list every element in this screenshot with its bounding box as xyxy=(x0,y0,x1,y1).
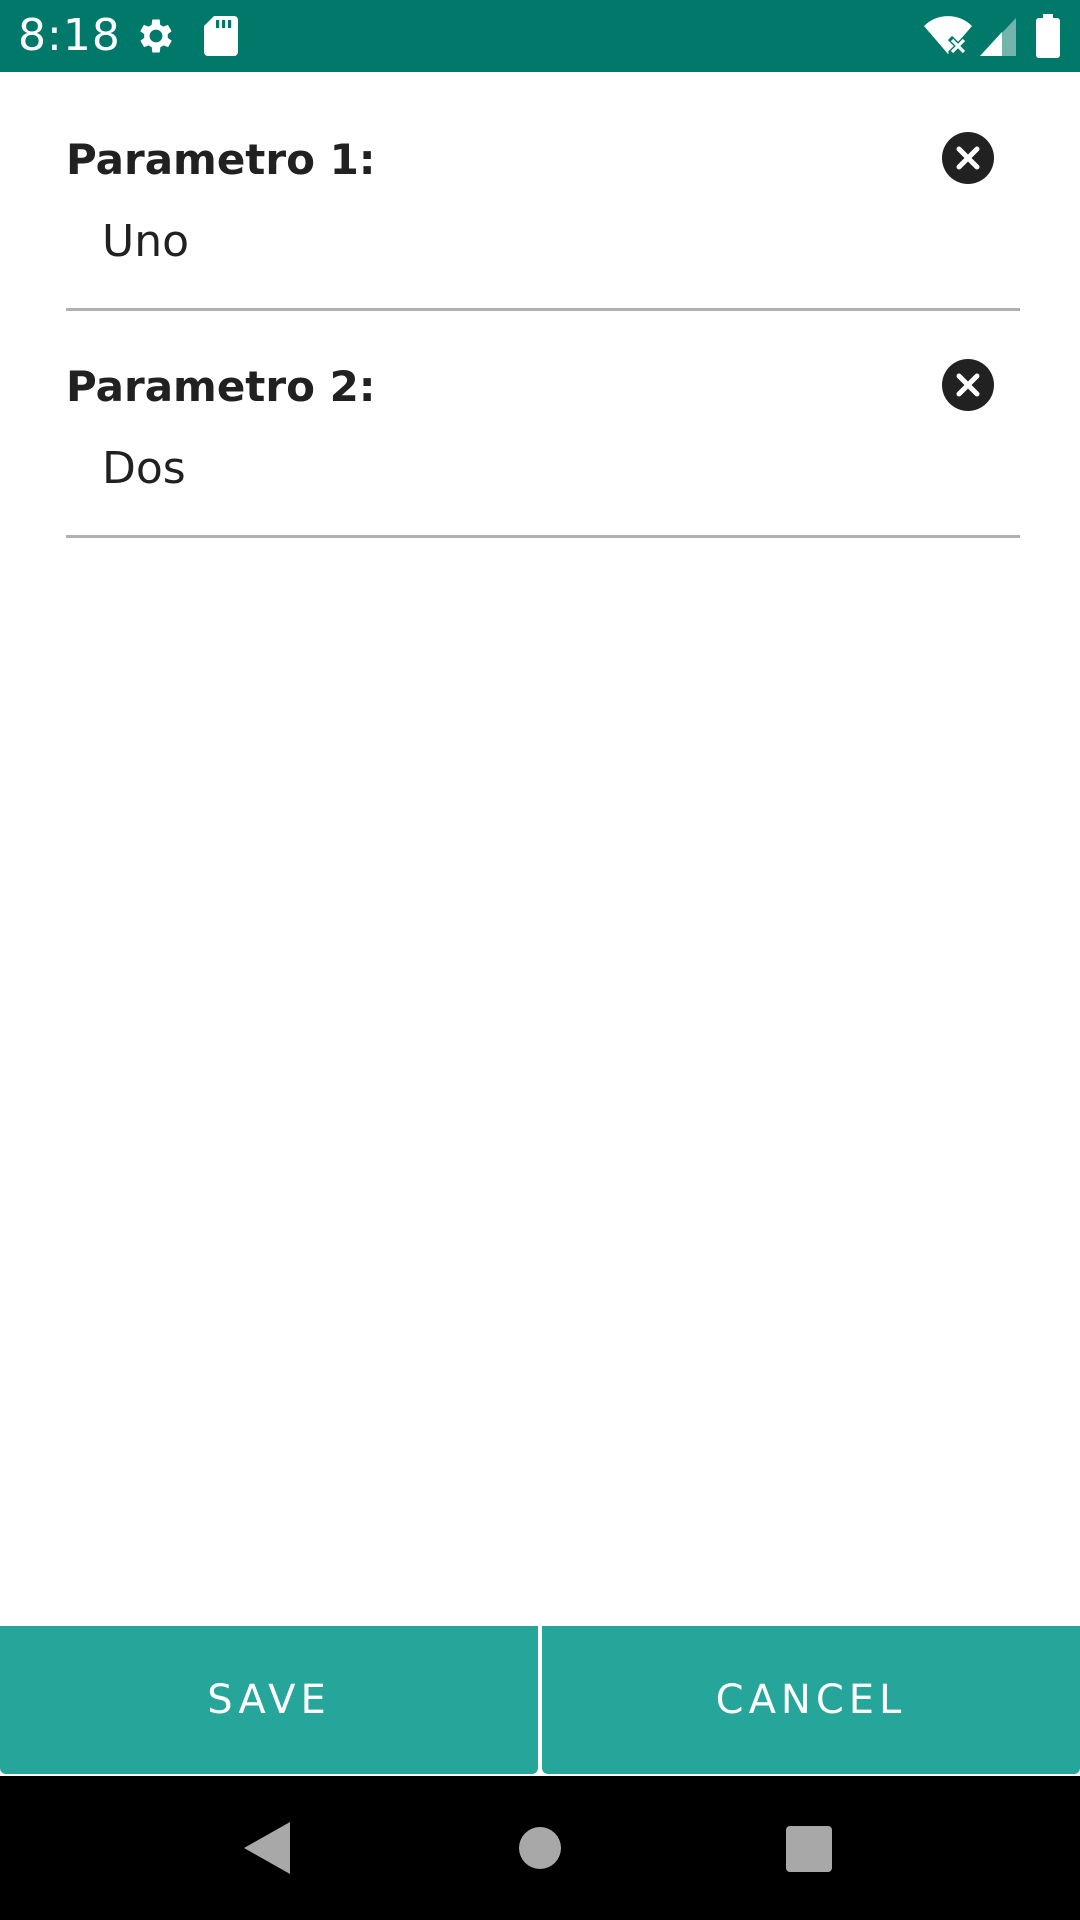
param-row-1: Parametro 1: Uno xyxy=(66,132,1020,312)
sd-card-icon xyxy=(204,16,238,61)
status-bar: 8:18 xyxy=(0,0,1080,72)
param-value-field[interactable]: Uno xyxy=(102,212,189,272)
clear-circle-icon[interactable] xyxy=(942,359,994,411)
cell-signal-icon xyxy=(980,18,1016,61)
param-underline xyxy=(66,308,1020,311)
param-underline xyxy=(66,535,1020,538)
status-time: 8:18 xyxy=(18,10,121,61)
back-icon[interactable] xyxy=(244,1822,290,1879)
param-label: Parametro 2: xyxy=(66,362,376,411)
home-icon[interactable] xyxy=(518,1826,562,1875)
param-label: Parametro 1: xyxy=(66,135,376,184)
param-value-field[interactable]: Dos xyxy=(102,439,186,499)
param-row-2: Parametro 2: Dos xyxy=(66,359,1020,539)
battery-icon xyxy=(1036,14,1060,63)
clear-circle-icon[interactable] xyxy=(942,132,994,184)
action-bar: SAVE CANCEL xyxy=(0,1626,1080,1776)
system-nav-bar xyxy=(0,1776,1080,1920)
save-button[interactable]: SAVE xyxy=(0,1626,538,1774)
settings-icon xyxy=(134,14,178,63)
cancel-button[interactable]: CANCEL xyxy=(542,1626,1080,1774)
recents-icon[interactable] xyxy=(786,1826,832,1877)
wifi-off-icon xyxy=(924,16,972,61)
